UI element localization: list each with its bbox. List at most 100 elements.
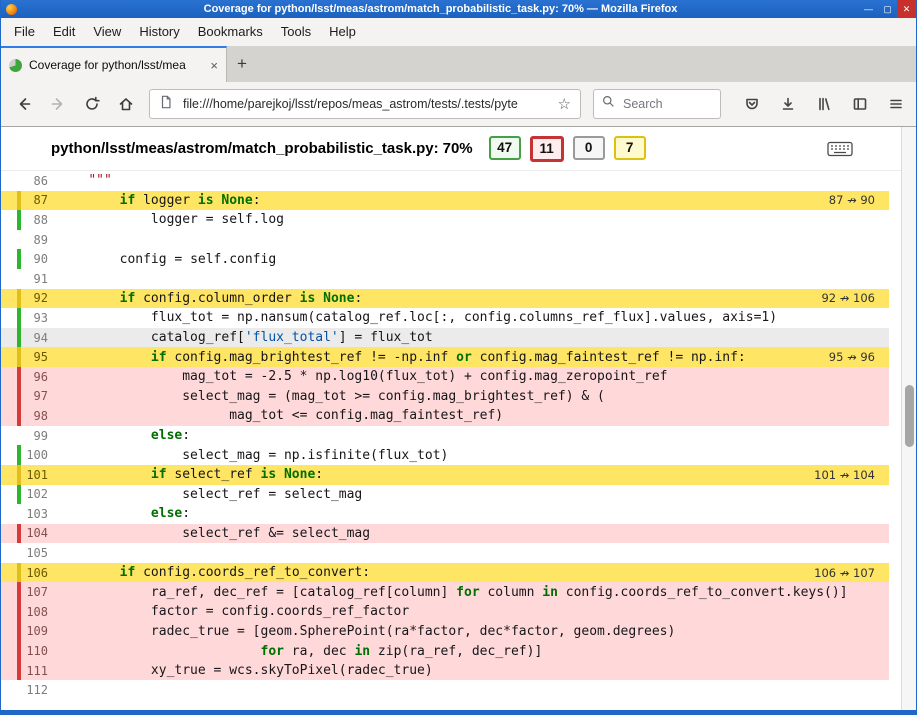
library-icon[interactable] [809,89,839,119]
menu-file[interactable]: File [5,18,44,46]
source-line: 95 if config.mag_brightest_ref != -np.in… [1,347,889,367]
source-line: 86 """ [1,171,889,191]
code-text: mag_tot <= config.mag_faintest_ref) [57,408,503,423]
search-input[interactable] [621,96,712,112]
code-text: select_ref = select_mag [57,487,362,502]
page-info-icon[interactable] [159,95,173,114]
coverage-tick [17,191,21,211]
code-text: radec_true = [geom.SpherePoint(ra*factor… [57,624,675,639]
line-number[interactable]: 105 [22,546,48,560]
coverage-tick [17,387,21,407]
scrollbar-thumb[interactable] [905,385,914,447]
back-button[interactable] [9,89,39,119]
coverage-tick [17,328,21,348]
source-line: 98 mag_tot <= config.mag_faintest_ref) [1,406,889,426]
code-text: ra_ref, dec_ref = [catalog_ref[column] f… [57,585,848,600]
line-number[interactable]: 98 [22,409,48,423]
coverage-percent: 70% [443,140,473,157]
menu-history[interactable]: History [130,18,188,46]
line-number[interactable]: 87 [22,193,48,207]
line-number[interactable]: 96 [22,370,48,384]
line-number[interactable]: 91 [22,272,48,286]
tab-title: Coverage for python/lsst/mea [29,58,204,72]
line-number[interactable]: 86 [22,174,48,188]
reload-button[interactable] [77,89,107,119]
source-line: 100 select_mag = np.isfinite(flux_tot) [1,445,889,465]
source-listing: 86 """87 if logger is None:87 ↛ 9088 log… [1,171,889,710]
source-line: 105 [1,543,889,563]
vertical-scrollbar[interactable] [901,127,916,710]
coverage-tick [17,524,21,544]
code-text: select_ref &= select_mag [57,526,370,541]
close-button[interactable]: ✕ [897,0,916,18]
hamburger-menu-icon[interactable] [881,89,911,119]
minimize-button[interactable]: — [859,0,878,18]
line-number[interactable]: 111 [22,664,48,678]
tab-close-icon[interactable]: × [210,59,218,72]
line-number[interactable]: 90 [22,252,48,266]
code-text: """ [57,173,112,188]
menu-edit[interactable]: Edit [44,18,84,46]
tab-coverage-report[interactable]: Coverage for python/lsst/mea × [1,46,227,82]
bookmark-star-icon[interactable]: ☆ [558,95,571,113]
home-button[interactable] [111,89,141,119]
line-number[interactable]: 102 [22,487,48,501]
stat-par-button[interactable]: 7 [614,136,646,160]
coverage-report-header: python/lsst/meas/astrom/match_probabilis… [1,127,901,171]
code-text: for ra, dec in zip(ra_ref, dec_ref)] [57,644,542,659]
coverage-tick [17,582,21,602]
coverage-tick [17,230,21,250]
line-number[interactable]: 100 [22,448,48,462]
line-number[interactable]: 88 [22,213,48,227]
source-line: 104 select_ref &= select_mag [1,524,889,544]
sidebar-toggle-icon[interactable] [845,89,875,119]
code-text: if config.column_order is None: [57,291,362,306]
downloads-icon[interactable] [773,89,803,119]
coverage-tick [17,563,21,583]
partial-branch-annotation: 101 ↛ 104 [814,468,889,482]
coverage-favicon-icon [9,59,22,72]
coverage-tick [17,445,21,465]
maximize-button[interactable]: ▢ [878,0,897,18]
line-number[interactable]: 95 [22,350,48,364]
window-titlebar: Coverage for python/lsst/meas/astrom/mat… [1,0,916,18]
menu-tools[interactable]: Tools [272,18,320,46]
line-number[interactable]: 92 [22,291,48,305]
stat-run-button[interactable]: 47 [489,136,521,160]
page-content: python/lsst/meas/astrom/match_probabilis… [1,127,916,710]
line-number[interactable]: 104 [22,526,48,540]
line-number[interactable]: 106 [22,566,48,580]
url-bar[interactable]: ☆ [149,89,581,119]
line-number[interactable]: 93 [22,311,48,325]
source-line: 91 [1,269,889,289]
line-number[interactable]: 94 [22,331,48,345]
pocket-icon[interactable] [737,89,767,119]
new-tab-button[interactable]: + [227,46,257,82]
code-text: mag_tot = -2.5 * np.log10(flux_tot) + co… [57,369,668,384]
line-number[interactable]: 110 [22,644,48,658]
source-line: 102 select_ref = select_mag [1,485,889,505]
url-input[interactable] [181,96,550,112]
stat-mis-button[interactable]: 11 [530,136,564,162]
line-number[interactable]: 101 [22,468,48,482]
line-number[interactable]: 107 [22,585,48,599]
keyboard-shortcuts-icon[interactable] [827,141,853,157]
page-title: python/lsst/meas/astrom/match_probabilis… [51,140,473,157]
search-bar[interactable] [593,89,721,119]
coverage-tick [17,485,21,505]
line-number[interactable]: 103 [22,507,48,521]
stat-exc-button[interactable]: 0 [573,136,605,160]
source-line: 89 [1,230,889,250]
menu-help[interactable]: Help [320,18,365,46]
line-number[interactable]: 89 [22,233,48,247]
forward-button[interactable] [43,89,73,119]
menu-view[interactable]: View [84,18,130,46]
line-number[interactable]: 112 [22,683,48,697]
line-number[interactable]: 109 [22,624,48,638]
source-line: 90 config = self.config [1,249,889,269]
line-number[interactable]: 99 [22,429,48,443]
source-line: 96 mag_tot = -2.5 * np.log10(flux_tot) +… [1,367,889,387]
menu-bookmarks[interactable]: Bookmarks [189,18,272,46]
line-number[interactable]: 97 [22,389,48,403]
line-number[interactable]: 108 [22,605,48,619]
